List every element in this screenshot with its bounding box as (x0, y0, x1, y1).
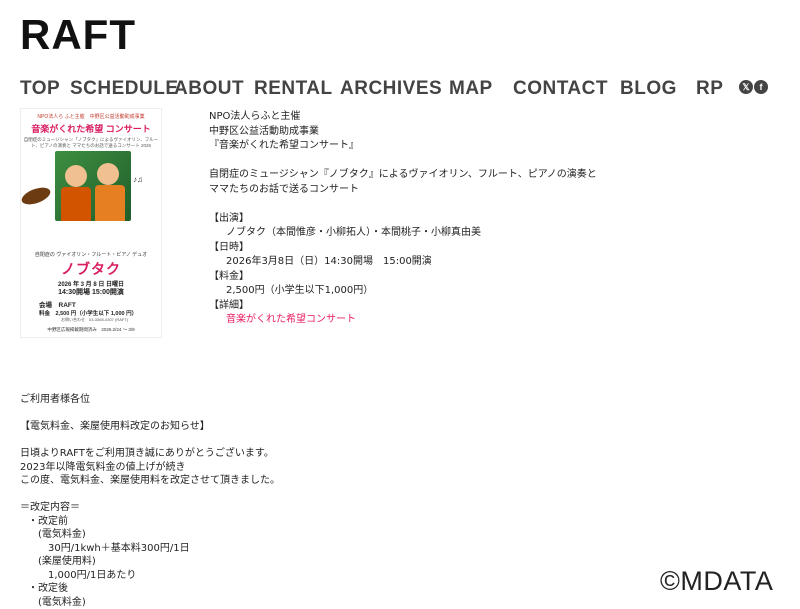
flyer-subtitle: 自閉症のミュージシャン「ノブタク」によるヴァイオリン、フルート、ピアノの演奏と … (21, 137, 161, 149)
datetime-value: 2026年3月8日（日）14:30開場 15:00開演 (209, 255, 729, 270)
flyer-photo (55, 151, 131, 221)
notice-section: ご利用者様各位 【電気料金、楽屋使用料改定のお知らせ】 日頃よりRAFTをご利用… (20, 393, 620, 609)
notice-line-3: この度、電気料金、楽屋使用料を改定させて頂きました。 (20, 474, 620, 488)
site-logo[interactable]: RAFT (20, 14, 136, 56)
facebook-icon[interactable]: f (754, 80, 768, 94)
notice-elec-value: 30円/1kwh＋基本料300円/1日 (20, 542, 620, 556)
nav-top[interactable]: TOP (20, 76, 60, 102)
nav-contact[interactable]: CONTACT (513, 76, 608, 102)
notice-before: ・改定前 (20, 515, 620, 529)
notice-line-2: 2023年以降電気料金の値上げが続き (20, 461, 620, 475)
event-flyer-image: NPO法人ら ふと主催 中野区公益活動助成事業 音楽がくれた希望 コンサート 自… (20, 108, 162, 338)
main-nav: TOP SCHEDULE ABOUT RENTAL ARCHIVES MAP C… (0, 76, 800, 102)
x-icon[interactable]: 𝕏 (739, 80, 753, 94)
performers-label: 【出演】 (209, 212, 729, 227)
event-title: 『音楽がくれた希望コンサート』 (209, 139, 729, 154)
flyer-contact: お問い合わせ 03-3365-0307 (RAFT) (61, 317, 128, 322)
flyer-top-line: NPO法人ら ふと主催 中野区公益活動助成事業 (21, 113, 161, 120)
performers-value: ノブタク（本間惟彦・小柳拓人）・本間桃子・小柳真由美 (209, 226, 729, 241)
flyer-time: 14:30開場 15:00開演 (21, 287, 161, 297)
notice-heading: 【電気料金、楽屋使用料改定のお知らせ】 (20, 420, 620, 434)
notice-line-1: 日頃よりRAFTをご利用頂き誠にありがとうございます。 (20, 447, 620, 461)
flyer-title: 音楽がくれた希望 コンサート (21, 122, 161, 135)
violin-graphic (20, 184, 52, 207)
music-note-icon: ♪♫ (133, 175, 143, 184)
event-info: NPO法人らふと主催 中野区公益活動助成事業 『音楽がくれた希望コンサート』 自… (209, 110, 729, 328)
price-value: 2,500円（小学生以下1,000円） (209, 284, 729, 299)
event-description-2: ママたちのお話で送るコンサート (209, 183, 729, 198)
notice-elec-label-2: (電気料金) (20, 596, 620, 609)
flyer-price: 料金 2,500 円（小学生以下 1,000 円） (39, 309, 137, 317)
nav-blog[interactable]: BLOG (620, 76, 677, 102)
details-link[interactable]: 音楽がくれた希望コンサート (209, 313, 729, 328)
nav-map[interactable]: MAP (449, 76, 493, 102)
details-label: 【詳細】 (209, 299, 729, 314)
nav-rp[interactable]: RP (696, 76, 723, 102)
notice-green-value: 1,000円/1日あたり (20, 569, 620, 583)
datetime-label: 【日時】 (209, 241, 729, 256)
notice-elec-label: (電気料金) (20, 528, 620, 542)
flyer-performer-name: ノブタク (21, 259, 161, 279)
notice-after: ・改定後 (20, 582, 620, 596)
notice-greeting: ご利用者様各位 (20, 393, 620, 407)
flyer-instruments: 自閉症の ヴァイオリン・フルート・ピアノ デュオ (21, 251, 161, 258)
notice-green-label: (楽屋使用料) (20, 555, 620, 569)
notice-contents-heading: ＝改定内容＝ (20, 501, 620, 515)
flyer-footer: 中野区広報掲載期間済み 2026.2/24 ～ 3/9 (21, 327, 161, 333)
nav-archives[interactable]: ARCHIVES (340, 76, 442, 102)
watermark: ©MDATA (660, 568, 773, 595)
nav-about[interactable]: ABOUT (174, 76, 244, 102)
flyer-venue: 会場 RAFT (39, 299, 76, 309)
price-label: 【料金】 (209, 270, 729, 285)
event-organizer: NPO法人らふと主催 (209, 110, 729, 125)
nav-rental[interactable]: RENTAL (254, 76, 333, 102)
event-description-1: 自閉症のミュージシャン『ノブタク』によるヴァイオリン、フルート、ピアノの演奏と (209, 168, 729, 183)
nav-schedule[interactable]: SCHEDULE (70, 76, 179, 102)
event-grant: 中野区公益活動助成事業 (209, 125, 729, 140)
